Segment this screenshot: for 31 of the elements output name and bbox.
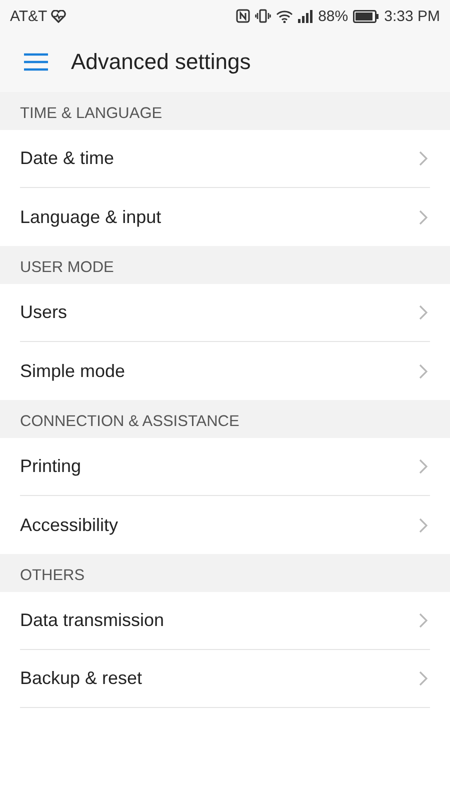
chevron-icon xyxy=(419,518,428,532)
section-header: OTHERS xyxy=(0,554,450,592)
settings-item[interactable]: Date & time xyxy=(20,130,430,188)
nfc-icon xyxy=(236,9,250,23)
chevron-icon xyxy=(419,151,428,166)
battery-percent: 88% xyxy=(318,8,348,24)
settings-item[interactable]: Language & input xyxy=(20,188,430,246)
section-header: USER MODE xyxy=(0,246,450,284)
section-header: TIME & LANGUAGE xyxy=(0,92,450,130)
settings-item[interactable]: Simple mode xyxy=(20,342,430,400)
heart-icon xyxy=(51,10,66,22)
chevron-icon xyxy=(419,671,428,686)
settings-item[interactable]: Printing xyxy=(20,438,430,496)
wifi-icon xyxy=(276,10,294,22)
settings-item[interactable]: Users xyxy=(20,284,430,342)
chevron-icon xyxy=(419,613,428,628)
clock-time: 3:33 PM xyxy=(384,8,440,24)
settings-item[interactable]: Accessibility xyxy=(20,496,430,554)
menu-icon[interactable] xyxy=(24,53,48,71)
carrier-name: AT&T xyxy=(10,8,48,24)
section-header: CONNECTION & ASSISTANCE xyxy=(0,400,450,438)
chevron-icon xyxy=(419,210,428,224)
vibrate-icon xyxy=(255,9,272,23)
settings-item[interactable]: Backup & reset xyxy=(20,650,430,708)
chevron-icon xyxy=(419,364,428,378)
signal-icon xyxy=(298,10,314,22)
settings-item[interactable]: Data transmission xyxy=(20,592,430,650)
chevron-icon xyxy=(419,459,428,474)
chevron-icon xyxy=(419,305,428,320)
screen-title: Advanced settings xyxy=(71,49,251,75)
battery-icon xyxy=(353,10,380,22)
